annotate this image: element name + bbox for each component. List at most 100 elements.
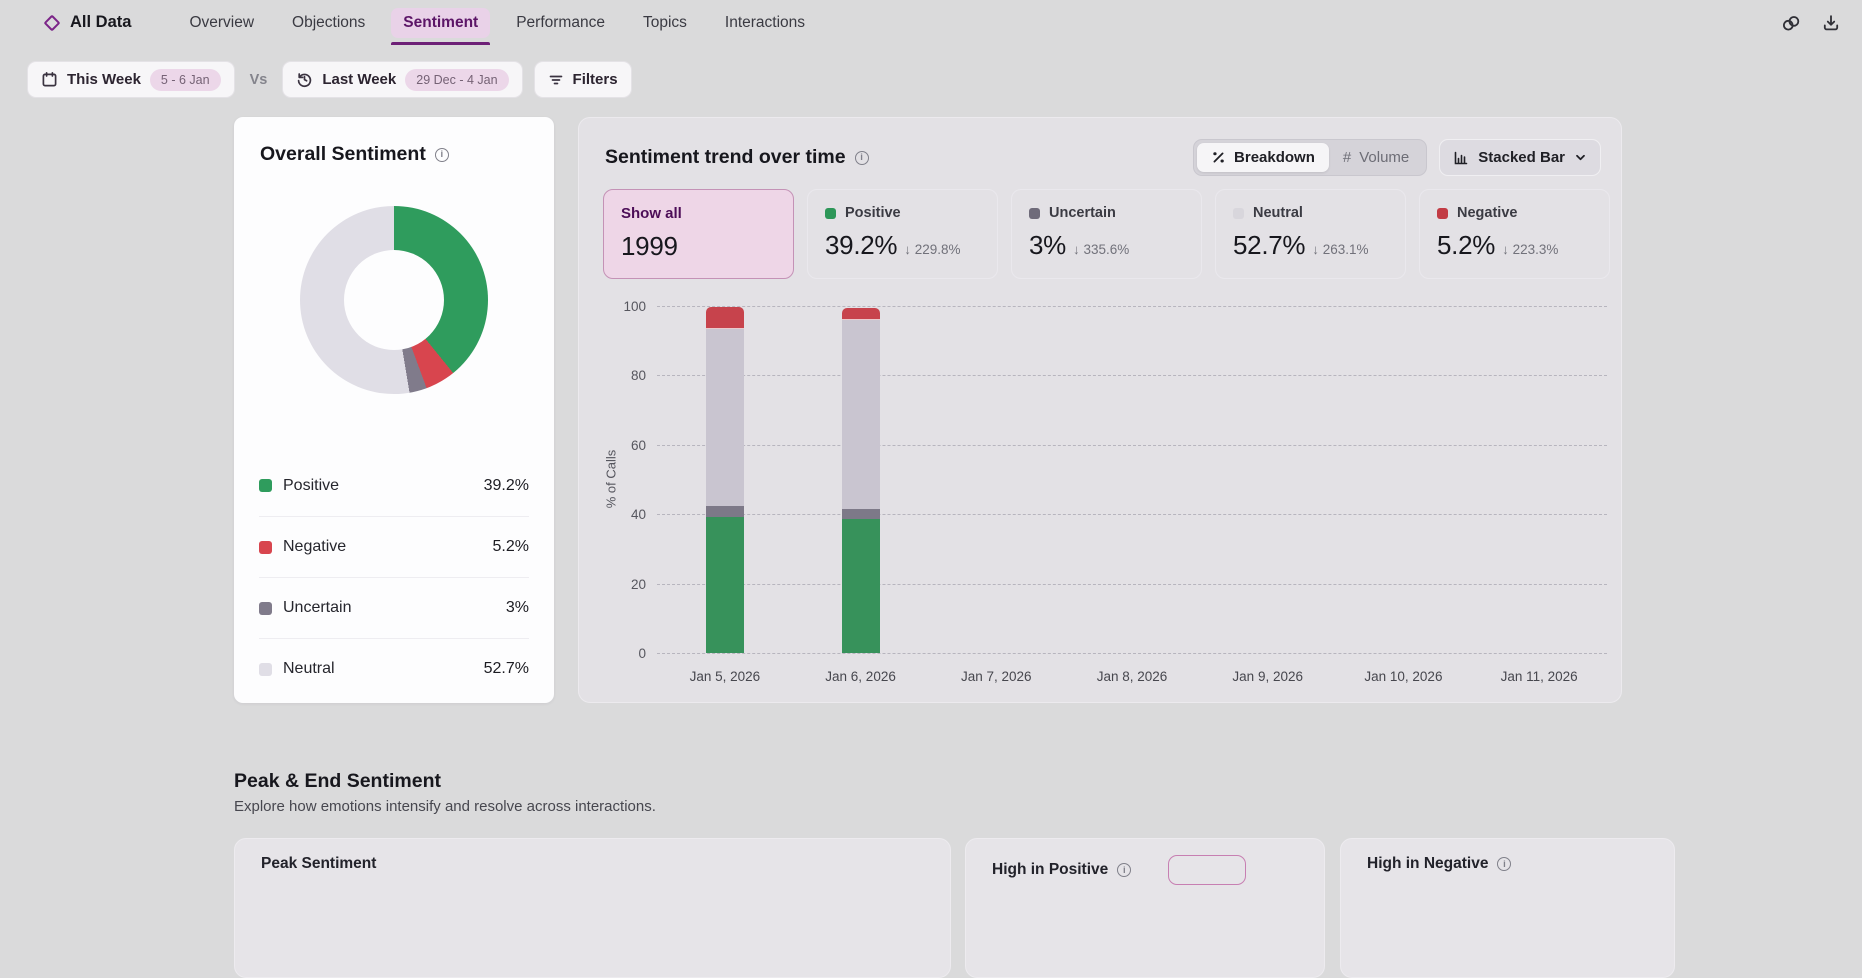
x-tick-label: Jan 9, 2026 bbox=[1232, 669, 1303, 684]
high-in-positive-title: High in Positive bbox=[992, 861, 1109, 878]
donut-chart[interactable] bbox=[300, 206, 488, 394]
tab-performance[interactable]: Performance bbox=[516, 0, 605, 45]
info-icon[interactable]: i bbox=[1497, 857, 1512, 871]
positive-swatch bbox=[259, 479, 272, 492]
negative-swatch bbox=[1437, 207, 1448, 219]
filter-bar: This Week 5 - 6 Jan Vs Last Week 29 Dec … bbox=[27, 61, 632, 98]
legend-value: 52.7% bbox=[483, 660, 529, 677]
app-brand[interactable]: All Data bbox=[43, 13, 132, 32]
sentiment-legend: Positive 39.2% Negative 5.2% Uncertain 3… bbox=[259, 455, 529, 699]
delta-badge: ↓ 223.3% bbox=[1502, 242, 1559, 257]
peak-end-title: Peak & End Sentiment bbox=[234, 770, 441, 792]
tab-interactions[interactable]: Interactions bbox=[725, 0, 805, 45]
legend-row-positive[interactable]: Positive 39.2% bbox=[259, 455, 529, 516]
download-icon[interactable] bbox=[1820, 12, 1842, 34]
trend-controls: Breakdown # Volume Stacked Bar bbox=[1193, 139, 1601, 176]
calendar-icon bbox=[41, 71, 58, 88]
sentiment-trend-card: Sentiment trend over time i Breakdown # … bbox=[578, 117, 1622, 703]
copy-link-icon[interactable] bbox=[1780, 12, 1802, 34]
app-name: All Data bbox=[70, 13, 132, 31]
view-toggle: Breakdown # Volume bbox=[1193, 139, 1428, 176]
chart-type-label: Stacked Bar bbox=[1478, 149, 1565, 166]
gridline: 20 bbox=[631, 576, 1607, 591]
summary-card-negative[interactable]: Negative 5.2% ↓ 223.3% bbox=[1419, 189, 1610, 279]
filters-label: Filters bbox=[572, 71, 618, 88]
top-nav: All Data Overview Objections Sentiment P… bbox=[0, 0, 1862, 45]
legend-label: Neutral bbox=[283, 660, 335, 677]
gridline: 40 bbox=[631, 507, 1607, 522]
info-icon[interactable]: i bbox=[434, 147, 449, 162]
high-in-negative-title: High in Negative bbox=[1367, 855, 1489, 872]
vs-label: Vs bbox=[249, 71, 268, 88]
x-tick-label: Jan 11, 2026 bbox=[1500, 669, 1578, 684]
summary-card-uncertain[interactable]: Uncertain 3% ↓ 335.6% bbox=[1011, 189, 1202, 279]
gridline: 80 bbox=[631, 368, 1607, 383]
legend-value: 3% bbox=[505, 599, 529, 616]
chart-type-dropdown[interactable]: Stacked Bar bbox=[1439, 139, 1601, 176]
legend-row-uncertain[interactable]: Uncertain 3% bbox=[259, 577, 529, 638]
overall-sentiment-card: Overall Sentiment i Positive 39.2% Negat… bbox=[234, 117, 554, 703]
bar-segment-positive[interactable] bbox=[841, 519, 880, 653]
history-icon bbox=[296, 71, 313, 88]
x-tick-label: Jan 8, 2026 bbox=[1096, 669, 1168, 684]
trend-plot: 0 20 40 60 80 100 Jan 5, 2026 Jan 6, 2026 Jan 7,… bbox=[623, 299, 1607, 684]
nav-actions bbox=[1780, 12, 1842, 34]
tab-sentiment[interactable]: Sentiment bbox=[391, 0, 491, 45]
trend-title: Sentiment trend over time i bbox=[605, 146, 869, 169]
stacked-bar-jan-6-2026[interactable] bbox=[841, 308, 880, 653]
negative-swatch bbox=[259, 540, 272, 554]
y-tick-label: 0 bbox=[638, 645, 646, 661]
tab-overview[interactable]: Overview bbox=[189, 0, 254, 45]
y-tick-label: 20 bbox=[630, 576, 646, 592]
stacked-bar-chart: % of Calls 0 20 40 60 80 100 Jan 5, 2026 Jan 6,… bbox=[579, 299, 1621, 691]
uncertain-swatch bbox=[1029, 207, 1040, 219]
gridline: 0 bbox=[638, 646, 1607, 661]
bar-segment-positive[interactable] bbox=[705, 517, 744, 653]
date-range-this-week-button[interactable]: This Week 5 - 6 Jan bbox=[27, 61, 235, 98]
hash-icon: # bbox=[1342, 149, 1352, 166]
peak-sentiment-card: Peak Sentiment bbox=[234, 838, 951, 978]
info-icon[interactable]: i bbox=[1117, 863, 1132, 877]
legend-row-neutral[interactable]: Neutral 52.7% bbox=[259, 638, 529, 699]
gridline: 60 bbox=[631, 438, 1607, 453]
y-tick-label: 60 bbox=[630, 437, 646, 453]
summary-card-positive[interactable]: Positive 39.2% ↓ 229.8% bbox=[807, 189, 998, 279]
bar-chart-icon bbox=[1453, 150, 1469, 166]
bar-segment-neutral[interactable] bbox=[705, 329, 744, 507]
legend-label: Negative bbox=[283, 538, 347, 555]
delta-badge: ↓ 229.8% bbox=[904, 242, 961, 257]
high-in-positive-card: High in Positive i bbox=[965, 838, 1325, 978]
peak-end-subtitle: Explore how emotions intensify and resol… bbox=[234, 798, 656, 815]
filter-lines-icon bbox=[548, 72, 564, 88]
volume-toggle-button[interactable]: # Volume bbox=[1329, 143, 1423, 172]
breakdown-toggle-button[interactable]: Breakdown bbox=[1197, 143, 1329, 172]
gridline: 100 bbox=[623, 299, 1607, 314]
bar-segment-negative[interactable] bbox=[705, 306, 744, 330]
date-range-last-week-button[interactable]: Last Week 29 Dec - 4 Jan bbox=[282, 61, 523, 98]
bar-segment-uncertain[interactable] bbox=[841, 508, 880, 520]
x-tick-label: Jan 5, 2026 bbox=[689, 669, 761, 684]
summary-card-show-all[interactable]: Show all 1999 bbox=[603, 189, 794, 279]
y-axis-label: % of Calls bbox=[603, 449, 619, 509]
bar-segment-neutral[interactable] bbox=[841, 320, 880, 509]
positive-swatch bbox=[825, 207, 836, 219]
summary-card-neutral[interactable]: Neutral 52.7% ↓ 263.1% bbox=[1215, 189, 1406, 279]
chevron-down-icon bbox=[1574, 151, 1587, 164]
bar-segment-uncertain[interactable] bbox=[705, 506, 744, 517]
filters-button[interactable]: Filters bbox=[533, 61, 632, 98]
percent-icon bbox=[1211, 150, 1226, 165]
legend-label: Positive bbox=[283, 476, 340, 494]
stacked-bar-jan-5-2026[interactable] bbox=[705, 306, 744, 653]
delta-badge: ↓ 263.1% bbox=[1312, 242, 1369, 257]
legend-row-negative[interactable]: Negative 5.2% bbox=[259, 516, 529, 577]
bar-segment-negative[interactable] bbox=[841, 308, 880, 321]
neutral-swatch bbox=[259, 662, 272, 676]
last-week-range-badge: 29 Dec - 4 Jan bbox=[405, 68, 509, 91]
tab-objections[interactable]: Objections bbox=[292, 0, 365, 45]
info-icon[interactable]: i bbox=[854, 150, 869, 165]
tab-topics[interactable]: Topics bbox=[643, 0, 687, 45]
last-week-label: Last Week bbox=[322, 71, 397, 88]
x-tick-label: Jan 10, 2026 bbox=[1364, 669, 1443, 684]
peak-end-section-header: Peak & End Sentiment Explore how emotion… bbox=[234, 770, 656, 815]
this-week-range-badge: 5 - 6 Jan bbox=[149, 68, 221, 91]
